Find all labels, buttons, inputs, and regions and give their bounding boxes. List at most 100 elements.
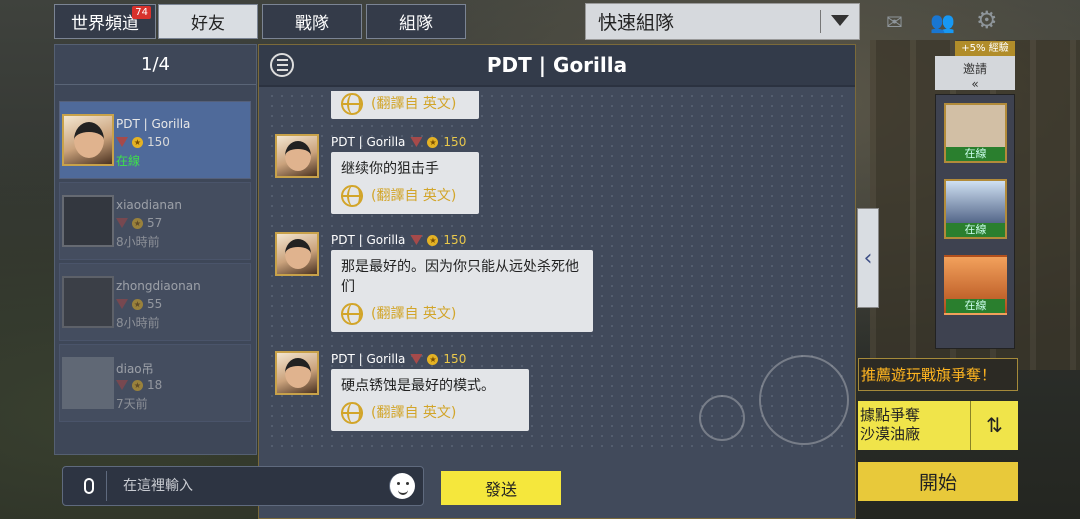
rank-icon <box>410 137 423 147</box>
friend-level: ★ 57 <box>116 216 162 230</box>
avatar[interactable] <box>275 232 319 276</box>
member-status: 在線 <box>946 299 1005 313</box>
invite-label: 邀請 <box>962 62 987 76</box>
friend-level-value: 55 <box>147 297 163 311</box>
avatar[interactable] <box>275 351 319 395</box>
avatar <box>62 357 114 409</box>
mail-icon[interactable]: ✉ <box>886 10 903 34</box>
tab-world-channel[interactable]: 世界頻道 74 <box>54 4 156 39</box>
tab-squad[interactable]: 組隊 <box>366 4 466 39</box>
expand-panel-button[interactable]: ‹ <box>857 208 879 308</box>
level-star-icon: ★ <box>132 298 143 310</box>
party-member-avatar[interactable]: 在線 <box>944 179 1007 239</box>
microphone-icon[interactable] <box>71 471 107 501</box>
gear-icon[interactable]: ⚙ <box>976 6 998 34</box>
member-status: 在線 <box>946 147 1005 161</box>
globe-translate-icon <box>341 185 363 207</box>
level-star-icon: ★ <box>427 353 439 365</box>
rank-icon <box>116 218 128 228</box>
chevron-down-icon[interactable] <box>831 15 849 26</box>
friend-status: 8小時前 <box>116 235 160 249</box>
promo-banner[interactable]: 推薦遊玩戰旗爭奪！ <box>858 358 1018 391</box>
friends-list-panel: 1/4 PDT | Gorilla ★ 150 在線 xiaodianan ★ … <box>54 44 257 455</box>
level-star-icon: ★ <box>427 234 439 246</box>
friend-level: ★ 150 <box>116 135 170 149</box>
start-button[interactable]: 開始 <box>858 462 1018 501</box>
sender-info: PDT | Gorilla ★ 150 <box>331 135 466 149</box>
joystick-ring <box>759 355 849 445</box>
chat-panel: PDT | Gorilla (翻譯自 英文) PDT | Gorilla ★ 1… <box>258 44 856 519</box>
level-star-icon: ★ <box>132 217 143 229</box>
translation-label: (翻譯自 英文) <box>371 306 457 322</box>
friend-status: 8小時前 <box>116 316 160 330</box>
chat-header: PDT | Gorilla <box>259 45 855 87</box>
menu-icon[interactable] <box>270 53 294 77</box>
rank-icon <box>116 299 128 309</box>
rank-icon <box>116 380 128 390</box>
quick-team-label: 快速組隊 <box>598 12 675 34</box>
sender-name: PDT | Gorilla <box>331 352 406 366</box>
swap-icon[interactable]: ⇅ <box>970 401 1018 450</box>
party-member-list: 在線 在線 在線 <box>935 94 1015 349</box>
member-status: 在線 <box>946 223 1005 237</box>
friend-item[interactable]: diao吊 ★ 18 7天前 <box>59 344 251 422</box>
friend-item[interactable]: PDT | Gorilla ★ 150 在線 <box>59 101 251 179</box>
sender-level: 150 <box>443 352 467 366</box>
party-member-avatar[interactable]: 在線 <box>944 255 1007 315</box>
send-button[interactable]: 發送 <box>441 471 561 505</box>
sender-level: 150 <box>443 135 467 149</box>
translation-note[interactable]: (翻譯自 英文) <box>341 402 519 424</box>
unread-badge: 74 <box>132 6 151 19</box>
globe-translate-icon <box>341 93 363 115</box>
rank-icon <box>116 137 128 147</box>
chevron-left-icon: ‹ <box>863 245 873 271</box>
sender-info: PDT | Gorilla ★ 150 <box>331 352 466 366</box>
friend-name: PDT | Gorilla <box>116 117 191 131</box>
friend-level-value: 18 <box>147 378 163 392</box>
message-text: 硬点锈蚀是最好的模式。 <box>341 378 495 394</box>
tab-squad-label: 組隊 <box>399 14 433 34</box>
emoji-icon[interactable] <box>389 473 415 499</box>
message-bubble: 硬点锈蚀是最好的模式。 (翻譯自 英文) <box>331 369 529 431</box>
rank-icon <box>410 354 423 364</box>
sender-name: PDT | Gorilla <box>331 135 406 149</box>
invite-button[interactable]: 邀請 « <box>935 56 1015 91</box>
dropdown-separator <box>820 10 821 33</box>
level-star-icon: ★ <box>427 136 439 148</box>
friends-page-indicator: 1/4 <box>55 45 256 85</box>
chat-input[interactable] <box>115 467 375 505</box>
friend-name: zhongdiaonan <box>116 279 201 293</box>
friend-item[interactable]: zhongdiaonan ★ 55 8小時前 <box>59 263 251 341</box>
avatar <box>62 276 114 328</box>
translation-label: (翻譯自 英文) <box>371 96 457 112</box>
message-bubble: (翻譯自 英文) <box>331 91 479 119</box>
avatar[interactable] <box>275 134 319 178</box>
avatar <box>62 114 114 166</box>
sender-info: PDT | Gorilla ★ 150 <box>331 233 466 247</box>
exp-bonus-badge: +5% 經驗 <box>955 41 1015 56</box>
tab-clan[interactable]: 戰隊 <box>262 4 362 39</box>
friends-icon[interactable]: 👥 <box>930 10 955 34</box>
friend-status: 在線 <box>116 154 141 168</box>
avatar <box>62 195 114 247</box>
translation-note[interactable]: (翻譯自 英文) <box>341 185 469 207</box>
rank-icon <box>410 235 423 245</box>
party-member-avatar[interactable]: 在線 <box>944 103 1007 163</box>
quick-team-dropdown[interactable]: 快速組隊 <box>585 3 860 40</box>
level-star-icon: ★ <box>132 379 143 391</box>
globe-translate-icon <box>341 402 363 424</box>
tab-friends[interactable]: 好友 <box>158 4 258 39</box>
message-text: 继续你的狙击手 <box>341 161 439 177</box>
game-mode-selector[interactable]: 據點爭奪 沙漠油廠 ⇅ <box>858 401 1018 450</box>
tab-world-channel-label: 世界頻道 <box>71 14 139 34</box>
message-text: 那是最好的。因为你只能从远处杀死他们 <box>341 259 579 295</box>
chat-input-bar <box>62 466 424 506</box>
friend-item[interactable]: xiaodianan ★ 57 8小時前 <box>59 182 251 260</box>
translation-note[interactable]: (翻譯自 英文) <box>341 93 469 115</box>
translation-label: (翻譯自 英文) <box>371 188 457 204</box>
sender-level: 150 <box>443 233 467 247</box>
chat-title: PDT | Gorilla <box>486 53 628 77</box>
friend-status: 7天前 <box>116 397 148 411</box>
translation-note[interactable]: (翻譯自 英文) <box>341 303 583 325</box>
friend-name: xiaodianan <box>116 198 182 212</box>
